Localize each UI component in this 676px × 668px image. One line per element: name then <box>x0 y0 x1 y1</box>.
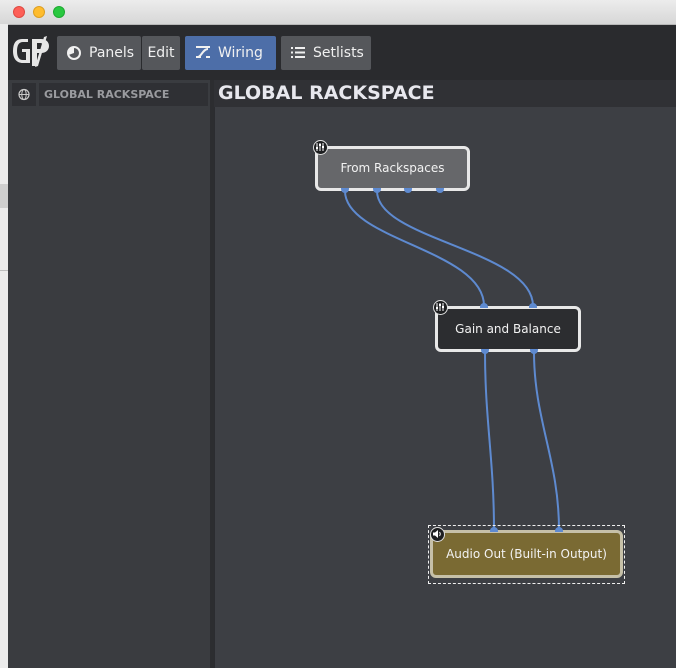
input-port[interactable] <box>529 303 537 308</box>
node-from-rackspaces-label: From Rackspaces <box>340 161 445 175</box>
list-icon <box>291 47 305 58</box>
edit-button[interactable]: Edit <box>142 36 180 70</box>
background-window-line <box>0 270 8 271</box>
setlists-button[interactable]: Setlists <box>281 36 371 70</box>
main-header: GLOBAL RACKSPACE <box>214 80 676 107</box>
node-from-rackspaces[interactable]: From Rackspaces <box>315 146 470 191</box>
sidebar-header: GLOBAL RACKSPACE <box>8 82 210 106</box>
app-logo-icon <box>13 36 49 67</box>
sliders-icon[interactable] <box>433 300 448 315</box>
window-minimize-button[interactable] <box>33 6 45 18</box>
globe-icon <box>18 88 30 101</box>
wiring-icon <box>196 46 210 58</box>
window-close-button[interactable] <box>13 6 25 18</box>
rackspace-sidebar: GLOBAL RACKSPACE <box>8 80 214 668</box>
input-port[interactable] <box>490 527 498 532</box>
setlists-label: Setlists <box>313 45 364 61</box>
sliders-icon[interactable] <box>313 140 328 155</box>
wiring-label: Wiring <box>218 45 263 61</box>
input-port[interactable] <box>555 527 563 532</box>
global-rackspace-button[interactable] <box>12 83 36 106</box>
node-audio-out[interactable]: Audio Out (Built-in Output) <box>430 530 623 578</box>
edit-label: Edit <box>147 45 175 61</box>
window-titlebar <box>0 0 676 25</box>
page-title: GLOBAL RACKSPACE <box>218 82 435 104</box>
sidebar-item-global-rackspace[interactable]: GLOBAL RACKSPACE <box>39 83 208 106</box>
app-toolbar: Panels Edit Wiring Setlists <box>8 25 676 80</box>
background-window-divider <box>0 184 8 208</box>
node-gain-and-balance[interactable]: Gain and Balance <box>435 306 581 352</box>
panels-label: Panels <box>89 45 135 61</box>
panels-button[interactable]: Panels <box>57 36 141 70</box>
window-zoom-button[interactable] <box>53 6 65 18</box>
background-window-sliver <box>0 24 8 668</box>
knob-icon <box>67 46 81 60</box>
node-audio-out-label: Audio Out (Built-in Output) <box>446 547 607 561</box>
speaker-icon[interactable] <box>430 527 445 542</box>
wiring-button[interactable]: Wiring <box>185 36 276 70</box>
input-port[interactable] <box>480 303 488 308</box>
node-gain-and-balance-label: Gain and Balance <box>455 322 561 336</box>
